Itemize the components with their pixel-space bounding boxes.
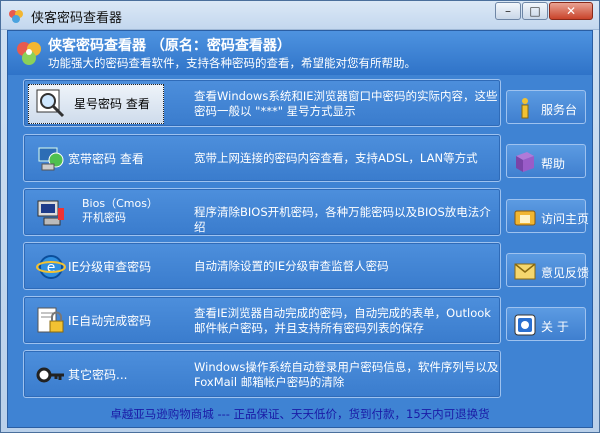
help-book-icon xyxy=(516,152,534,172)
item-ie-autocomplete-password[interactable]: IE自动完成密码 查看IE浏览器自动完成的密码，自动完成的表单，Outlook邮… xyxy=(23,296,501,344)
page-subtitle: 功能强大的密码查看软件，支持各种密码的查看，希望能对您有所帮助。 xyxy=(48,56,416,70)
item-label: 其它密码... xyxy=(68,368,128,382)
window-title: 侠客密码查看器 xyxy=(31,11,123,26)
header: 侠客密码查看器 （原名：密码查看器） 功能强大的密码查看软件，支持各种密码的查看… xyxy=(8,31,592,75)
logo-icon xyxy=(17,42,41,65)
title-bar[interactable]: 侠客密码查看器 – □ ✕ xyxy=(1,1,599,30)
about-icon xyxy=(514,314,536,336)
minimize-button[interactable]: – xyxy=(495,2,521,20)
about-label: 关 于 xyxy=(541,320,569,334)
app-icon xyxy=(9,10,23,23)
item-desc: Windows操作系统自动登录用户密码信息，软件序列号以及FoxMail 邮箱帐… xyxy=(194,360,499,389)
help-button[interactable]: 帮助 xyxy=(506,144,586,178)
item-star-password[interactable]: 星号密码 查看 查看Windows系统和IE浏览器窗口中密码的实际内容，这些密码… xyxy=(23,79,501,127)
close-button[interactable]: ✕ xyxy=(549,2,593,20)
homepage-button[interactable]: 访问主页 xyxy=(506,199,590,233)
item-label: IE自动完成密码 xyxy=(68,314,152,328)
maximize-button[interactable]: □ xyxy=(522,2,548,20)
item-broadband-password[interactable]: 宽带密码 查看 宽带上网连接的密码内容查看，支持ADSL，LAN等方式 xyxy=(23,134,501,182)
home-icon xyxy=(514,210,536,226)
app-window: 侠客密码查看器 – □ ✕ 侠客密码查看器 （原名：密码查看器） 功能强大的密码… xyxy=(0,0,600,433)
page-title: 侠客密码查看器 （原名：密码查看器） xyxy=(48,38,291,54)
service-desk-label: 服务台 xyxy=(541,103,578,117)
item-label: 宽带密码 查看 xyxy=(68,152,144,166)
info-icon xyxy=(521,98,529,119)
item-bios-password[interactable]: Bios（Cmos） 开机密码 程序清除BIOS开机密码，各种万能密码以及BIO… xyxy=(23,188,501,236)
item-desc: 自动清除设置的IE分级审查监督人密码 xyxy=(194,259,389,273)
magnifier-icon xyxy=(36,89,65,118)
ie-icon: e xyxy=(36,255,66,279)
key-icon xyxy=(36,367,64,383)
mail-icon xyxy=(514,263,536,280)
feedback-label: 意见反馈 xyxy=(541,266,590,280)
item-ie-content-password[interactable]: e IE分级审查密码 自动清除设置的IE分级审查监督人密码 xyxy=(23,242,501,290)
footer-ad-link[interactable]: 卓越亚马逊购物商城 --- 正品保证、天天低价，货到付款，15天内可退换货 xyxy=(8,406,592,422)
item-label: 星号密码 查看 xyxy=(74,97,150,111)
item-other-password[interactable]: 其它密码... Windows操作系统自动登录用户密码信息，软件序列号以及Fox… xyxy=(23,350,501,398)
item-desc: 程序清除BIOS开机密码，各种万能密码以及BIOS放电法介绍 xyxy=(194,205,491,234)
about-button[interactable]: 关 于 xyxy=(506,307,586,341)
help-label: 帮助 xyxy=(541,157,566,171)
network-icon xyxy=(38,147,64,171)
item-label-line2: 开机密码 xyxy=(82,211,126,224)
service-desk-button[interactable]: 服务台 xyxy=(506,90,586,124)
item-desc: 查看IE浏览器自动完成的密码，自动完成的表单，Outlook邮件帐户密码，并且支… xyxy=(194,306,491,335)
item-label: IE分级审查密码 xyxy=(68,260,152,274)
item-label-line1: Bios（Cmos） xyxy=(82,197,158,210)
item-desc: 查看Windows系统和IE浏览器窗口中密码的实际内容，这些密码一般以 "***… xyxy=(194,89,498,118)
main-panel: 侠客密码查看器 （原名：密码查看器） 功能强大的密码查看软件，支持各种密码的查看… xyxy=(7,30,593,428)
feedback-button[interactable]: 意见反馈 xyxy=(506,253,590,287)
item-desc: 宽带上网连接的密码内容查看，支持ADSL，LAN等方式 xyxy=(194,151,478,165)
computer-icon xyxy=(37,200,64,226)
lock-icon xyxy=(37,307,64,333)
homepage-label: 访问主页 xyxy=(541,212,590,226)
item-label: Bios（Cmos） 开机密码 xyxy=(82,197,158,225)
